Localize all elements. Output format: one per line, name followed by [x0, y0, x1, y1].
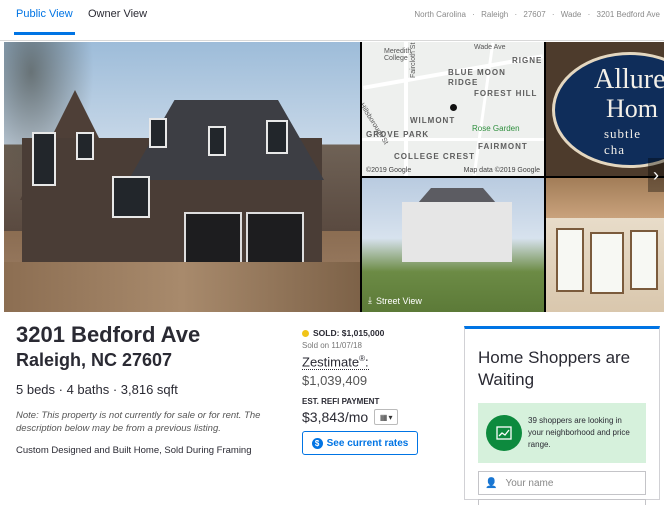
map-label-college-crest: COLLEGE CREST — [394, 152, 476, 161]
map-label-meredith: Meredith College — [384, 48, 412, 62]
dollar-icon: $ — [311, 437, 323, 449]
street-view-label: ⤓ Street View — [368, 295, 422, 306]
garage-door — [246, 212, 304, 266]
builder-sign-tagline: subtle cha — [604, 126, 642, 157]
map-label-wilmont: WILMONT — [410, 116, 456, 125]
calculator-dropdown[interactable]: ▦ ▾ — [374, 409, 399, 426]
listing-details: 3201 Bedford Ave Raleigh, NC 27607 5 bed… — [16, 322, 296, 456]
home-facts: 5 beds · 4 baths · 3,816 sqft — [16, 382, 178, 397]
breadcrumb-separator: · — [551, 10, 555, 19]
sold-price: SOLD: $1,015,000 — [313, 328, 385, 338]
breadcrumb-separator: · — [472, 10, 475, 19]
interior-window — [630, 230, 658, 290]
sold-status: SOLD: $1,015,000 — [302, 328, 452, 338]
chevron-down-icon: ▾ — [388, 412, 393, 422]
builder-sign-text: Hom — [606, 94, 658, 123]
zestimate-label-colon: : — [364, 354, 369, 370]
builder-sign-text: Allure — [594, 64, 664, 95]
shoppers-alert: 39 shoppers are looking in your neighbor… — [478, 403, 646, 463]
home-shoppers-panel: Home Shoppers are Waiting 39 shoppers ar… — [464, 326, 660, 505]
street-view-icon: ⤓ — [368, 295, 372, 305]
map-label-rigne: RIGNE — [512, 56, 543, 65]
listing-description: Custom Designed and Built Home, Sold Dur… — [16, 445, 252, 456]
tab-public-view[interactable]: Public View — [14, 8, 75, 35]
photo-gallery: Meredith College Wade Ave RIGNE BLUE MOO… — [4, 42, 664, 312]
breadcrumb-state[interactable]: North Carolina — [414, 10, 466, 19]
house-window — [112, 176, 150, 218]
shoppers-title: Home Shoppers are Waiting — [478, 348, 631, 389]
shoppers-message: 39 shoppers are looking in your neighbor… — [528, 416, 630, 449]
map-road — [472, 42, 495, 176]
map-label-faircloth: Faircloth St — [410, 42, 417, 78]
name-input[interactable] — [503, 476, 638, 490]
street-view-thumbnail[interactable]: ⤓ Street View — [362, 178, 544, 312]
refi-row: $3,843/mo ▦ ▾ — [302, 409, 452, 426]
person-icon: 👤 — [485, 477, 498, 489]
zestimate-label[interactable]: Zestimate®: — [302, 354, 369, 371]
status-dot-icon — [302, 329, 309, 337]
breadcrumb-separator: · — [587, 10, 591, 19]
tab-owner-view[interactable]: Owner View — [88, 8, 147, 20]
breadcrumb-address: 3201 Bedford Ave — [596, 10, 660, 19]
map-label-ridge: RIDGE — [448, 78, 479, 87]
zestimate-value: $1,039,409 — [302, 373, 368, 389]
listing-note: Note: This property is not currently for… — [16, 410, 261, 434]
street-house — [402, 202, 512, 262]
map-label-wade-ave: Wade Ave — [474, 44, 506, 51]
garage-door — [184, 212, 242, 266]
house-window — [76, 132, 94, 160]
dirt-yard — [4, 262, 360, 312]
gallery-next-arrow-icon[interactable]: › — [648, 158, 664, 192]
main-house-photo[interactable] — [4, 42, 360, 312]
breadcrumb-zip[interactable]: 27607 — [523, 10, 545, 19]
price-summary: SOLD: $1,015,000 Sold on 11/07/18 Zestim… — [302, 328, 452, 456]
map-location-pin-icon — [450, 104, 457, 111]
map-label-rose-garden: Rose Garden — [472, 124, 520, 133]
trend-chart-icon — [486, 415, 522, 451]
city-state-zip: Raleigh, NC 27607 — [16, 350, 173, 370]
breadcrumb-separator: · — [514, 10, 518, 19]
sold-date: Sold on 11/07/18 — [302, 341, 362, 350]
interior-window — [590, 232, 624, 294]
map-label-forest-hill: FOREST HILL — [474, 89, 538, 98]
map-thumbnail[interactable]: Meredith College Wade Ave RIGNE BLUE MOO… — [362, 42, 544, 176]
breadcrumb-city[interactable]: Raleigh — [481, 10, 508, 19]
house-window — [266, 120, 288, 154]
house-window — [32, 132, 56, 186]
house-window — [208, 126, 226, 156]
map-label-fairmont: FAIRMONT — [478, 142, 528, 151]
map-copyright-left: ©2019 Google — [366, 167, 412, 174]
see-current-rates-button[interactable]: $ See current rates — [302, 431, 418, 456]
breadcrumb-neighborhood[interactable]: Wade — [561, 10, 582, 19]
refi-value: $3,843/mo — [302, 409, 369, 426]
map-label-blue-moon: BLUE MOON — [448, 68, 506, 77]
house-window — [149, 118, 167, 148]
calculator-icon: ▦ — [379, 412, 388, 422]
zestimate-label-text: Zestimate — [302, 354, 360, 370]
see-current-rates-label: See current rates — [326, 437, 409, 449]
refi-label: EST. REFI PAYMENT — [302, 397, 380, 407]
street-address: 3201 Bedford Ave — [16, 322, 201, 347]
breadcrumb: North Carolina · Raleigh · 27607 · Wade … — [410, 10, 660, 19]
street-view-text: Street View — [375, 295, 422, 306]
builder-logo-photo[interactable]: Allure Hom subtle cha — [546, 42, 664, 176]
top-navigation-bar: Public View Owner View North Carolina · … — [0, 0, 664, 41]
map-copyright-right: Map data ©2019 Google — [463, 167, 540, 174]
name-field[interactable]: 👤 — [478, 471, 646, 495]
interior-photo[interactable] — [546, 178, 664, 312]
interior-window — [556, 228, 584, 292]
